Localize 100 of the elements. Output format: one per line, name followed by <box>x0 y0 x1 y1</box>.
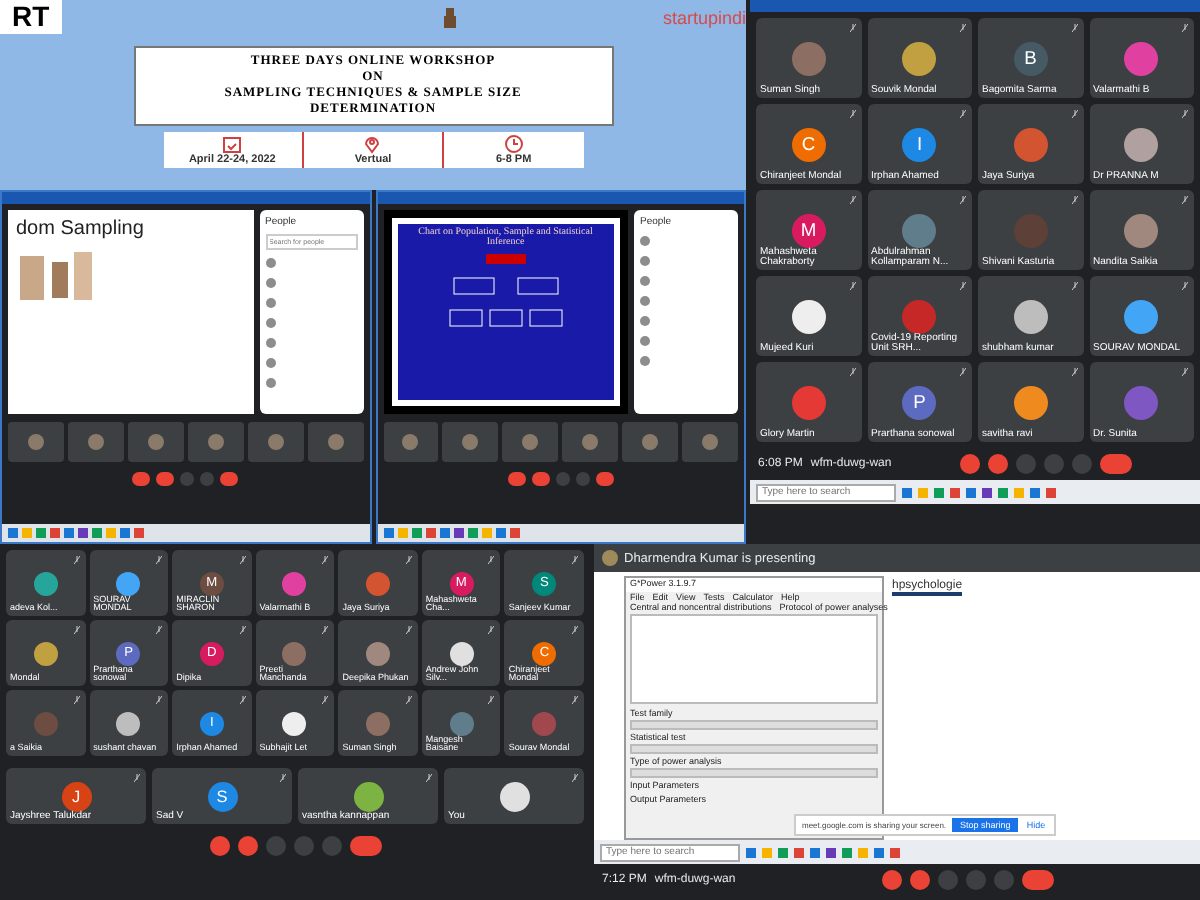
muted-mic-icon <box>1071 110 1077 118</box>
muted-mic-icon <box>1071 282 1077 290</box>
captions-button[interactable] <box>555 471 570 485</box>
leave-call-button[interactable] <box>595 471 614 485</box>
muted-mic-icon <box>239 626 246 634</box>
photo-placeholder <box>267 434 284 450</box>
present-button[interactable] <box>293 836 313 856</box>
muted-mic-icon <box>1071 196 1077 204</box>
logo: RT <box>0 0 62 34</box>
muted-mic-icon <box>849 196 855 204</box>
more-options-button[interactable] <box>1071 454 1092 474</box>
brand-logo: startupindi <box>662 8 746 28</box>
dropdown-field[interactable] <box>630 720 878 730</box>
muted-mic-icon <box>156 556 163 564</box>
muted-mic-icon <box>572 774 578 782</box>
muted-mic-icon <box>73 556 80 564</box>
people-illustration-drawing <box>16 246 96 306</box>
letter-avatar: M <box>791 213 826 247</box>
camera-button[interactable] <box>531 471 550 485</box>
muted-mic-icon <box>405 556 412 564</box>
muted-mic-icon <box>156 696 163 704</box>
photo-placeholder <box>27 434 44 450</box>
muted-mic-icon <box>322 626 329 634</box>
muted-mic-icon <box>960 110 966 118</box>
photo-placeholder <box>207 434 224 450</box>
captions-button[interactable] <box>265 836 285 856</box>
muted-mic-icon <box>1182 24 1188 32</box>
letter-avatar: P <box>902 385 937 419</box>
mic-button[interactable] <box>959 454 980 474</box>
mic-button[interactable] <box>132 471 151 485</box>
muted-mic-icon <box>849 368 855 376</box>
muted-mic-icon <box>73 626 80 634</box>
calendar-icon <box>222 134 243 154</box>
muted-mic-icon <box>405 696 412 704</box>
muted-mic-icon <box>322 556 329 564</box>
photo-placeholder <box>87 434 104 450</box>
muted-mic-icon <box>426 774 432 782</box>
muted-mic-icon <box>572 626 578 634</box>
photo-placeholder <box>522 434 539 450</box>
photo-placeholder <box>462 434 479 450</box>
present-button[interactable] <box>200 471 215 485</box>
letter-avatar: S <box>207 781 237 811</box>
muted-mic-icon <box>1182 368 1188 376</box>
muted-mic-icon <box>1182 282 1188 290</box>
captions-button[interactable] <box>1015 454 1036 474</box>
photo-placeholder <box>642 434 659 450</box>
captions-button[interactable] <box>180 471 195 485</box>
mic-button[interactable] <box>507 471 526 485</box>
muted-mic-icon <box>1182 196 1188 204</box>
photo-placeholder <box>327 434 344 450</box>
camera-button[interactable] <box>909 870 930 890</box>
photo-placeholder <box>402 434 419 450</box>
clock-icon <box>503 134 524 154</box>
muted-mic-icon <box>849 110 855 118</box>
muted-mic-icon <box>73 696 80 704</box>
letter-avatar: B <box>1013 41 1048 75</box>
location-pin-icon <box>362 134 383 154</box>
leave-call-button[interactable] <box>1021 870 1054 890</box>
muted-mic-icon <box>849 282 855 290</box>
more-options-button[interactable] <box>321 836 341 856</box>
muted-mic-icon <box>134 774 140 782</box>
dropdown-field[interactable] <box>630 768 878 778</box>
muted-mic-icon <box>239 556 246 564</box>
leave-call-button[interactable] <box>349 836 381 856</box>
camera-button[interactable] <box>987 454 1008 474</box>
photo-placeholder <box>602 550 618 566</box>
dropdown-field[interactable] <box>630 744 878 754</box>
leave-call-button[interactable] <box>220 471 239 485</box>
photo-placeholder <box>147 434 164 450</box>
muted-mic-icon <box>488 696 495 704</box>
photo-placeholder <box>582 434 599 450</box>
captions-button[interactable] <box>937 870 958 890</box>
muted-mic-icon <box>488 556 495 564</box>
muted-mic-icon <box>1071 24 1077 32</box>
muted-mic-icon <box>405 626 412 634</box>
letter-avatar: J <box>61 781 91 811</box>
present-button[interactable] <box>965 870 986 890</box>
muted-mic-icon <box>239 696 246 704</box>
muted-mic-icon <box>156 626 163 634</box>
more-options-button[interactable] <box>993 870 1014 890</box>
letter-avatar: C <box>791 127 826 161</box>
mic-button[interactable] <box>881 870 902 890</box>
present-button[interactable] <box>1043 454 1064 474</box>
muted-mic-icon <box>960 24 966 32</box>
mic-button[interactable] <box>209 836 229 856</box>
muted-mic-icon <box>322 696 329 704</box>
muted-mic-icon <box>1071 368 1077 376</box>
photo-placeholder <box>702 434 719 450</box>
present-button[interactable] <box>575 471 590 485</box>
muted-mic-icon <box>572 556 578 564</box>
muted-mic-icon <box>960 282 966 290</box>
leave-call-button[interactable] <box>1099 454 1132 474</box>
muted-mic-icon <box>1182 110 1188 118</box>
camera-button[interactable] <box>156 471 175 485</box>
camera-button[interactable] <box>237 836 257 856</box>
muted-mic-icon <box>849 24 855 32</box>
slide-title: dom Sampling <box>16 218 146 240</box>
muted-mic-icon <box>280 774 286 782</box>
letter-avatar: I <box>902 127 937 161</box>
muted-mic-icon <box>960 368 966 376</box>
